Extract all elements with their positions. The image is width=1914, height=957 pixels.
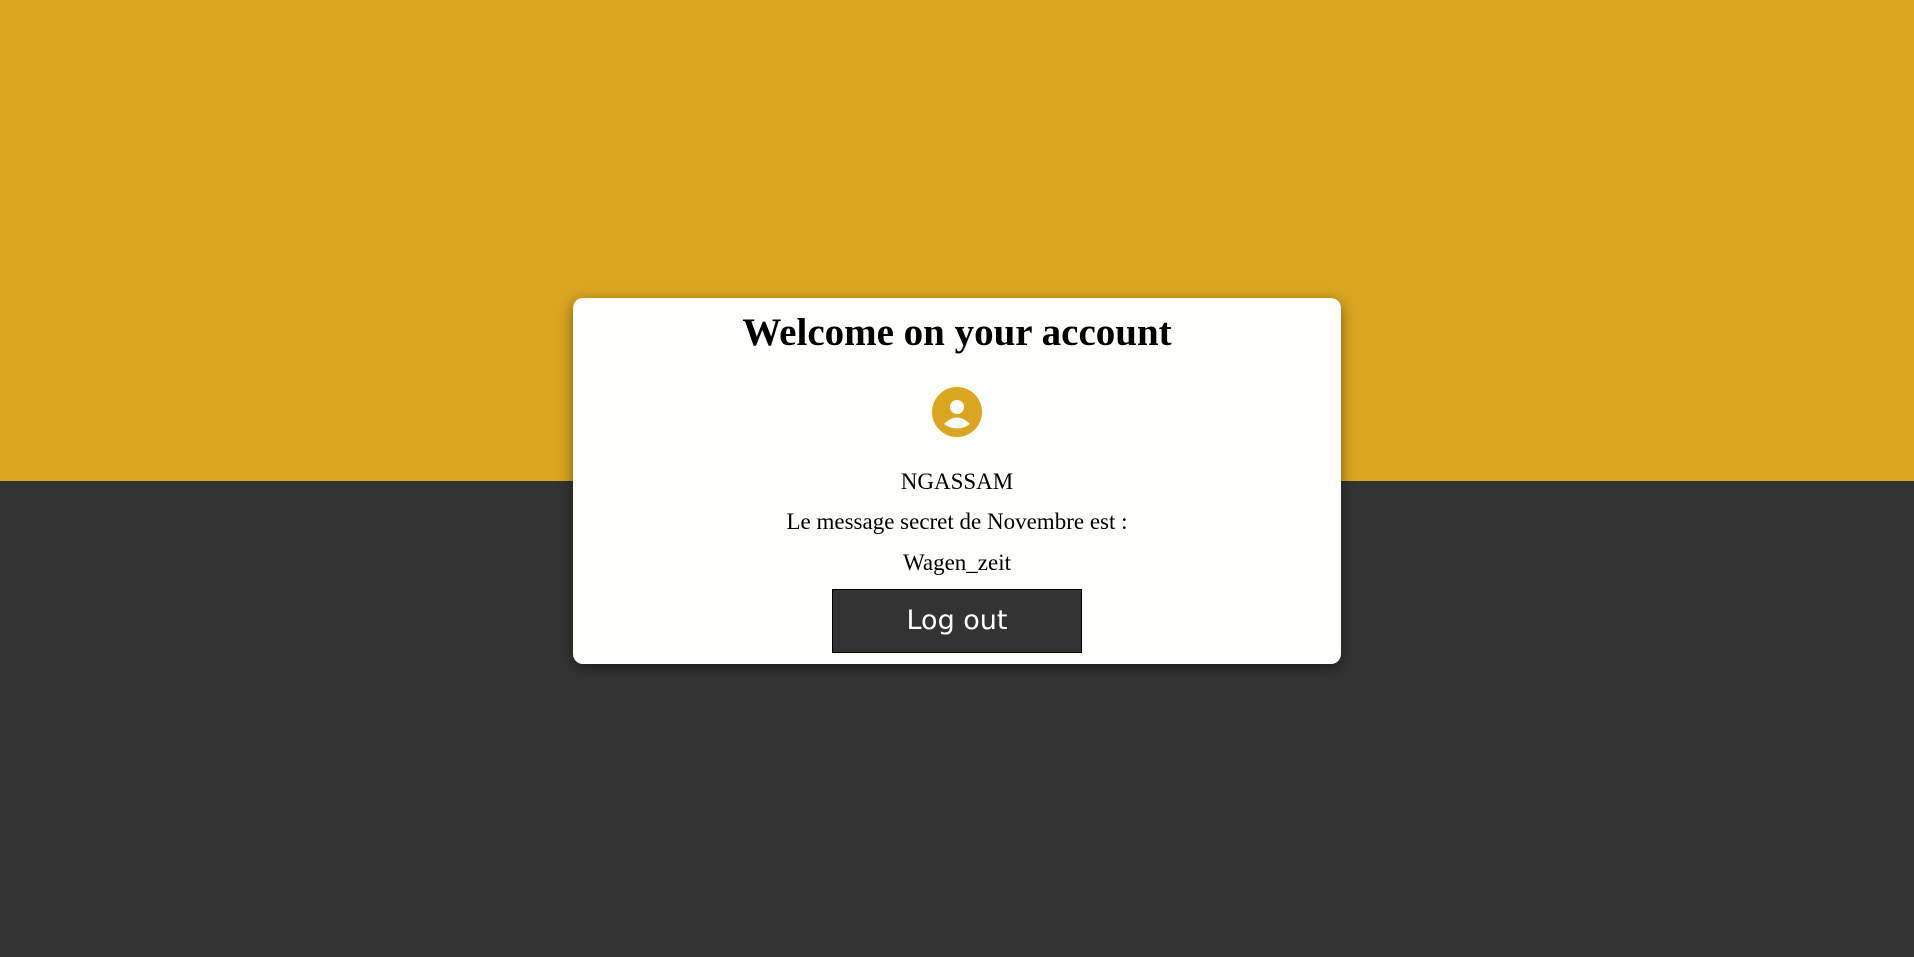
secret-message-label: Le message secret de Novembre est : (786, 509, 1128, 534)
secret-message-value: Wagen_zeit (903, 550, 1011, 575)
account-card: Welcome on your account NGASSAM Le messa… (573, 298, 1341, 664)
user-circle-icon (932, 387, 982, 437)
username: NGASSAM (900, 469, 1014, 494)
logout-button[interactable]: Log out (832, 589, 1082, 653)
page-title: Welcome on your account (742, 311, 1172, 354)
